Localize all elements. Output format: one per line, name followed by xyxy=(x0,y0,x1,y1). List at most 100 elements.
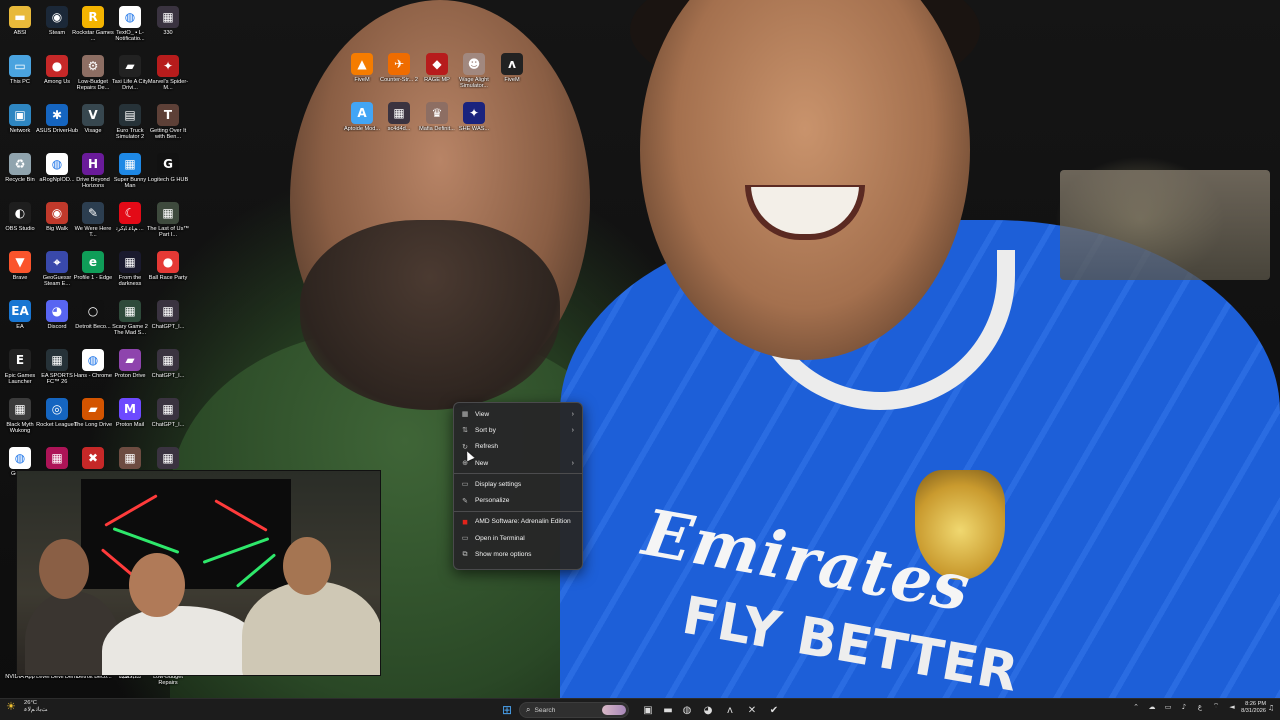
desktop-icon[interactable]: ☻ Wage Alight Simulator... xyxy=(456,53,492,90)
desktop-icon-label: The Last of Us™ Part I... xyxy=(147,226,189,239)
menu-item-personalize[interactable]: ✎ Personalize xyxy=(454,492,582,508)
desktop-icon[interactable]: ▦ ChatGPT_I... xyxy=(150,349,186,379)
desktop-icon[interactable]: EA EA xyxy=(2,300,38,330)
desktop-icon[interactable]: V Visage xyxy=(75,104,111,134)
menu-item-show-more-options[interactable]: ⧉ Show more options xyxy=(454,546,582,562)
desktop-icon[interactable]: ʌ FiveM xyxy=(494,53,530,83)
desktop-icon[interactable]: R Rockstar Games ... xyxy=(72,6,114,43)
desktop-icon[interactable]: ▦ The Last of Us™ Part I... xyxy=(147,202,189,239)
desktop-icon[interactable]: ✈ Counter-Str... 2 xyxy=(380,53,418,83)
desktop-icon[interactable]: ◕ Discord xyxy=(39,300,75,330)
menu-item-label: View xyxy=(475,410,490,418)
microphone-icon[interactable]: ♪ xyxy=(1178,703,1190,711)
game-icon: ▦ xyxy=(157,202,179,224)
desktop-icon[interactable]: ◉ Steam xyxy=(39,6,75,36)
desktop-icon[interactable]: ⌖ GeoGuessr Steam E... xyxy=(39,251,75,288)
start-button[interactable]: ⊞ xyxy=(499,702,515,718)
desktop-icon[interactable]: ☾ ﻢﻠﻋ ﺎﻴﻛﺮﺗ ... xyxy=(112,202,148,232)
desktop-icon[interactable]: ◍ TextO_ ▪ L- Notificatio... xyxy=(112,6,148,43)
desktop-icon[interactable]: ▦ ChatGPT_I... xyxy=(150,398,186,428)
fivem-icon[interactable]: ʌ xyxy=(722,702,738,718)
desktop-icon[interactable]: ▦ 330 xyxy=(150,6,186,36)
chrome-icon: ◍ xyxy=(82,349,104,371)
search-label: Search xyxy=(534,706,556,714)
xbox-icon[interactable]: ✕ xyxy=(744,702,760,718)
desktop-icon[interactable]: ▼ Brave xyxy=(2,251,38,281)
refresh-icon: ↻ xyxy=(462,443,468,451)
menu-item-display-settings[interactable]: ▭ Display settings xyxy=(454,476,582,492)
desktop-icon[interactable]: ▦ xyxy=(39,447,75,471)
desktop-icon[interactable]: ◉ Big Walk xyxy=(39,202,75,232)
desktop-icon[interactable]: ▬ ABSI xyxy=(2,6,38,36)
desktop-icon[interactable]: ▦ sc4d4d... xyxy=(381,102,417,132)
desktop-icon[interactable]: ✱ ASUS DriverHub xyxy=(36,104,78,134)
desktop-icon[interactable]: G Logitech G HUB xyxy=(148,153,188,183)
taskbar: ☀ 26°C ﺖﺑﺎﺛ ﻢﻟﺎﻋ ⊞ ⌕ Search ▣ ▬ ◍ ◕ ʌ ✕ ✔ ⌃ ☁ ▭ ♪… xyxy=(0,698,1280,720)
desktop-icon[interactable]: ▦ EA SPORTS FC™ 26 xyxy=(39,349,75,386)
desktop-icon[interactable]: ▦ Super Bunny Man xyxy=(112,153,148,190)
file-explorer-icon[interactable]: ▬ xyxy=(660,702,676,718)
weather-widget[interactable]: ☀ 26°C ﺖﺑﺎﺛ ﻢﻟﺎﻋ xyxy=(6,700,47,714)
app-icon[interactable]: ✔ xyxy=(766,702,782,718)
desktop-icon[interactable]: ◍ Hans - Chrome xyxy=(74,349,112,379)
desktop-icon[interactable]: A Aptoide Mod... xyxy=(344,102,380,132)
menu-item-label: Refresh xyxy=(475,443,499,451)
webcam-person-right xyxy=(242,581,380,675)
language-indicator[interactable]: ع xyxy=(1194,703,1206,711)
notification-bell-icon[interactable]: ♫ xyxy=(1268,704,1274,712)
desktop-icon[interactable]: H Drive Beyond Horizons xyxy=(75,153,111,190)
desktop-icon[interactable]: ▤ Euro Truck Simulator 2 xyxy=(112,104,148,141)
desktop-icon[interactable]: ▰ Taxi Life A City Drivi... xyxy=(112,55,148,92)
desktop-icon[interactable]: ✖ xyxy=(75,447,111,471)
cloud-icon[interactable]: ☁ xyxy=(1146,703,1158,711)
counter-strike-icon: ✈ xyxy=(388,53,410,75)
desktop-icon[interactable]: ▦ ChatGPT_I... xyxy=(150,300,186,330)
rockstar-icon: R xyxy=(82,6,104,28)
amd-icon: ◼ xyxy=(462,518,468,526)
desktop-icon[interactable]: ◐ OBS Studio xyxy=(2,202,38,232)
desktop-icon[interactable]: ● Among Us xyxy=(39,55,75,85)
desktop-icon[interactable]: E Epic Games Launcher xyxy=(2,349,38,386)
desktop-icon[interactable]: ▣ Network xyxy=(2,104,38,134)
desktop-icon[interactable]: ▦ xyxy=(112,447,148,471)
desktop-icon[interactable]: ✦ Marvel's Spider-M... xyxy=(148,55,188,92)
menu-item-amd-software-adrenalin-edition[interactable]: ◼ AMD Software: Adrenalin Edition xyxy=(454,514,582,530)
game-icon: ▰ xyxy=(82,398,104,420)
desktop-icon[interactable]: ◎ Rocket League® xyxy=(36,398,78,428)
desktop-icon[interactable]: ▰ Proton Drive xyxy=(112,349,148,379)
desktop-icon[interactable]: e Profile 1 - Edge xyxy=(74,251,112,281)
desktop-icon[interactable]: ● Ball Race Party xyxy=(149,251,187,281)
desktop-icon[interactable]: ▲ FiveM xyxy=(344,53,380,83)
taskbar-clock[interactable]: 8:26 PM 8/31/2026 xyxy=(1226,701,1266,715)
game-icon: T xyxy=(157,104,179,126)
desktop-icon[interactable]: ⚙ Low-Budget Repairs De... xyxy=(75,55,111,92)
desktop-icon[interactable]: ✎ We Were Here T... xyxy=(75,202,111,239)
brave-icon: ▼ xyxy=(9,251,31,273)
desktop-icon[interactable]: ♛ Mafia Definit... xyxy=(419,102,455,132)
chevron-up-icon[interactable]: ⌃ xyxy=(1130,703,1142,711)
desktop-icon[interactable]: M Proton Mail xyxy=(112,398,148,428)
task-view-icon[interactable]: ▣ xyxy=(640,702,656,718)
menu-item-refresh[interactable]: ↻ Refresh xyxy=(454,439,582,455)
desktop-icon-label: Getting Over It with Ben... xyxy=(149,128,187,141)
desktop-icon[interactable]: ◍ aRogNpIOD... xyxy=(39,153,75,183)
desktop-icon[interactable]: ▦ Scary Game 2 The Mad S... xyxy=(112,300,148,337)
discord-icon[interactable]: ◕ xyxy=(700,702,716,718)
desktop-icon[interactable]: ▭ This PC xyxy=(2,55,38,85)
desktop-icon[interactable]: ✦ SHE WAS... xyxy=(456,102,492,132)
onedrive-icon[interactable]: ▭ xyxy=(1162,703,1174,711)
menu-item-sort-by[interactable]: ⇅ Sort by › xyxy=(454,422,582,438)
desktop-icon[interactable]: T Getting Over It with Ben... xyxy=(150,104,186,141)
desktop-icon[interactable]: ◆ RAGE MP xyxy=(419,53,455,83)
wifi-icon[interactable]: ⌔ xyxy=(1210,702,1222,711)
desktop-icon[interactable]: ▦ xyxy=(150,447,186,471)
desktop-icon[interactable]: ▦ From the darkness xyxy=(112,251,148,288)
desktop-icon[interactable]: ▰ The Long Drive xyxy=(74,398,112,428)
menu-item-view[interactable]: ▦ View › xyxy=(454,406,582,422)
chrome-icon[interactable]: ◍ xyxy=(679,702,695,718)
desktop-icon[interactable]: ▦ Black Myth Wukong xyxy=(2,398,38,435)
menu-item-open-in-terminal[interactable]: ▭ Open in Terminal xyxy=(454,530,582,546)
desktop-icon[interactable]: ○ Detroit Beco... xyxy=(75,300,111,330)
taskbar-search-box[interactable]: ⌕ Search xyxy=(519,702,629,718)
desktop-icon[interactable]: ♻ Recycle Bin xyxy=(2,153,38,183)
